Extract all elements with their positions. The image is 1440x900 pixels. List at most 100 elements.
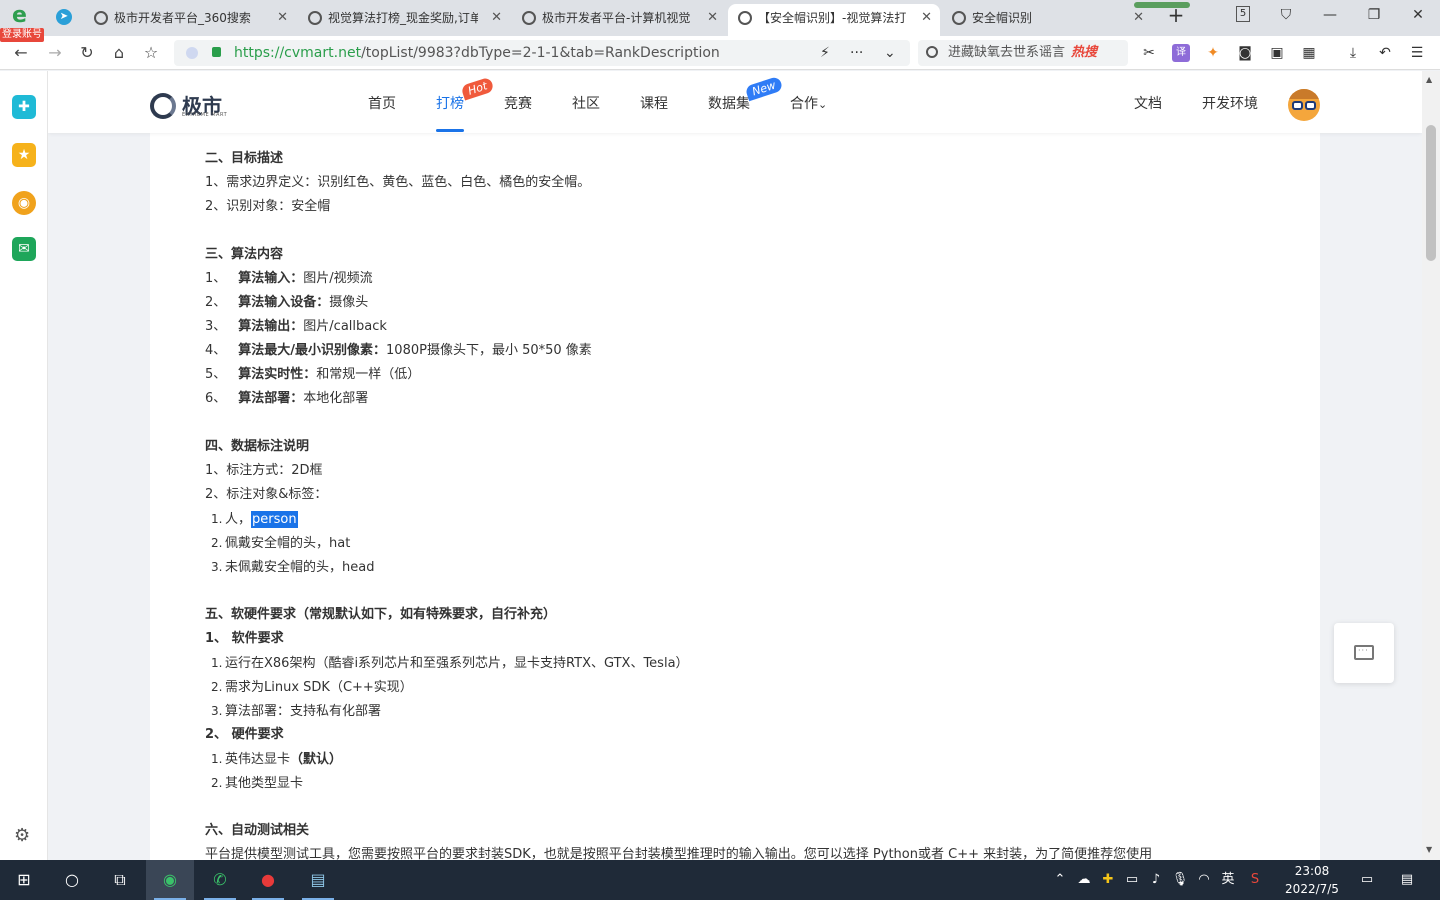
taskbar-wechat-icon[interactable]: ✆ xyxy=(196,860,244,900)
nav-dev-env[interactable]: 开发环境 xyxy=(1202,93,1258,113)
browser-tab-3[interactable]: 极市开发者平台-计算机视觉 ✕ xyxy=(512,4,726,32)
nav-community[interactable]: 社区 xyxy=(572,93,600,113)
browser-logo-icon[interactable]: e xyxy=(8,4,36,28)
scissors-icon[interactable]: ✂ xyxy=(1140,44,1158,62)
taskbar-record-icon[interactable]: ● xyxy=(244,860,292,900)
reload-icon[interactable]: ↻ xyxy=(76,42,98,64)
sidebar-settings-gear-icon[interactable]: ⚙ xyxy=(14,825,30,846)
login-account-badge[interactable]: 登录账号 xyxy=(0,28,44,42)
sidebar-weibo-icon[interactable]: ◉ xyxy=(12,191,36,215)
taskbar-360-browser-icon[interactable]: ◉ xyxy=(146,860,194,900)
close-icon[interactable]: ✕ xyxy=(277,4,288,32)
s3-item-1: 1、 算法输入：图片/视频流 xyxy=(205,267,1305,291)
item-value: 1080P摄像头下，最小 50*50 像素 xyxy=(386,343,592,358)
nav-leaderboard[interactable]: 打榜 xyxy=(436,93,464,113)
hot-search-label: 热搜 xyxy=(1071,45,1098,60)
close-icon[interactable]: ✕ xyxy=(491,4,502,32)
sidebar-favorites-star-icon[interactable]: ★ xyxy=(12,143,36,167)
page-scrollbar[interactable]: ▲ ▼ xyxy=(1422,71,1440,860)
feedback-button[interactable]: ··· xyxy=(1334,623,1394,683)
tray-360-icon[interactable]: ✚ xyxy=(1098,860,1118,900)
nav-competition[interactable]: 竞赛 xyxy=(504,93,532,113)
game-controller-icon[interactable]: ✦ xyxy=(1204,44,1222,62)
notification-center-icon[interactable]: ▤ xyxy=(1394,860,1420,900)
minimize-icon[interactable]: — xyxy=(1310,0,1350,32)
home-icon[interactable]: ⌂ xyxy=(108,42,130,64)
sub-number: 1. xyxy=(211,656,223,670)
scroll-thumb[interactable] xyxy=(1426,125,1436,261)
tray-ime-label[interactable]: 英 xyxy=(1218,860,1238,900)
taskbar-clock[interactable]: 23:08 2022/7/5 xyxy=(1280,862,1344,898)
close-icon[interactable]: ✕ xyxy=(921,4,932,32)
tab-title: 极市开发者平台_360搜索 xyxy=(114,11,251,25)
sub-number: 3. xyxy=(211,560,223,574)
nav-docs[interactable]: 文档 xyxy=(1134,93,1162,113)
item-label: 算法输入设备： xyxy=(238,295,330,310)
scroll-up-arrow-icon[interactable]: ▲ xyxy=(1426,75,1432,84)
lightning-icon[interactable]: ⚡ xyxy=(820,40,830,66)
download-icon[interactable]: ⤓ xyxy=(1344,44,1362,62)
browser-tab-2[interactable]: 视觉算法打榜_现金奖励,订单 ✕ xyxy=(298,4,510,32)
sidebar-mail-icon[interactable]: ✉ xyxy=(12,237,36,261)
windows-start-icon[interactable]: ⊞ xyxy=(0,860,48,900)
window-close-icon[interactable]: ✕ xyxy=(1398,0,1438,32)
bookmark-star-icon[interactable]: ☆ xyxy=(140,42,162,64)
close-icon[interactable]: ✕ xyxy=(707,4,718,32)
url-bar[interactable]: https://cvmart.net/topList/9983?dbType=2… xyxy=(174,40,910,66)
url-text[interactable]: https://cvmart.net/topList/9983?dbType=2… xyxy=(234,40,720,66)
active-nav-underline xyxy=(436,129,464,132)
show-desktop-icon[interactable]: ▭ xyxy=(1356,860,1378,900)
tray-sogou-icon[interactable]: S xyxy=(1244,860,1266,900)
apps-grid-icon[interactable]: ▦ xyxy=(1300,44,1318,62)
nav-datasets[interactable]: 数据集 xyxy=(708,93,750,113)
shirt-skin-icon[interactable]: ⛉ xyxy=(1266,0,1306,32)
item-number: 5、 xyxy=(205,367,227,382)
glasses-icon[interactable]: ◙ xyxy=(1236,44,1254,62)
item-label: 算法实时性： xyxy=(238,367,317,382)
taskbar-notepad-icon[interactable]: ▤ xyxy=(294,860,342,900)
browser-tab-4-active[interactable]: 【安全帽识别】-视觉算法打 ✕ xyxy=(728,4,940,36)
search-circle-icon[interactable]: ○ xyxy=(48,860,96,900)
s4-sub-3: 3. 未佩戴安全帽的头，head xyxy=(205,555,1305,579)
site-info-icon[interactable] xyxy=(186,47,198,59)
browser-tab-5[interactable]: 安全帽识别 ✕ xyxy=(942,4,1152,32)
more-dots-icon[interactable]: ··· xyxy=(850,40,863,66)
nav-courses[interactable]: 课程 xyxy=(640,93,668,113)
avatar-glasses-right xyxy=(1305,101,1316,110)
forward-arrow-icon[interactable]: → xyxy=(44,42,66,64)
tray-chevron-up-icon[interactable]: ⌃ xyxy=(1050,860,1070,900)
item-value: 本地化部署 xyxy=(303,391,369,406)
chevron-down-icon: ⌄ xyxy=(818,98,828,111)
search-input[interactable]: 进藏缺氧去世系谣言 热搜 xyxy=(918,40,1128,66)
translate-icon[interactable]: 译 xyxy=(1172,44,1190,62)
tab-count-icon[interactable]: 5 xyxy=(1236,6,1250,22)
s5-software-item-2: 2. 需求为Linux SDK（C++实现） xyxy=(205,675,1305,699)
tray-microphone-icon[interactable]: 🎙 xyxy=(1170,860,1190,900)
s5-hardware-heading: 2、 硬件要求 xyxy=(205,727,284,742)
tray-cloud-icon[interactable]: ☁ xyxy=(1074,860,1094,900)
user-avatar[interactable] xyxy=(1288,89,1320,121)
selected-text[interactable]: person xyxy=(251,511,298,528)
back-arrow-icon[interactable]: ← xyxy=(10,42,32,64)
scroll-down-arrow-icon[interactable]: ▼ xyxy=(1426,845,1432,854)
close-icon[interactable]: ✕ xyxy=(1133,4,1144,32)
nav-home[interactable]: 首页 xyxy=(368,93,396,113)
new-tab-plus-icon[interactable]: + xyxy=(1156,0,1196,32)
tray-battery-icon[interactable]: ▭ xyxy=(1122,860,1142,900)
sidebar-panel-icon[interactable]: ▣ xyxy=(1268,44,1286,62)
nav-cooperation[interactable]: 合作⌄ xyxy=(790,93,827,113)
sub-text: 未佩戴安全帽的头，head xyxy=(225,560,375,575)
s3-item-3: 3、 算法输出：图片/callback xyxy=(205,315,1305,339)
task-view-icon[interactable]: ⧉ xyxy=(96,860,144,900)
chevron-down-icon[interactable]: ⌄ xyxy=(884,40,896,66)
telegram-icon[interactable]: ➤ xyxy=(56,9,72,25)
tray-volume-icon[interactable]: ♪ xyxy=(1146,860,1166,900)
restore-icon[interactable]: ❐ xyxy=(1354,0,1394,32)
sidebar-extension-icon[interactable]: ✚ xyxy=(12,95,36,119)
menu-icon[interactable]: ☰ xyxy=(1408,44,1426,62)
tray-network-icon[interactable]: ◠ xyxy=(1194,860,1214,900)
browser-tab-1[interactable]: 极市开发者平台_360搜索 ✕ xyxy=(84,4,296,32)
section-4-title: 四、数据标注说明 xyxy=(205,439,310,454)
undo-icon[interactable]: ↶ xyxy=(1376,44,1394,62)
section-6-title: 六、自动测试相关 xyxy=(205,823,310,838)
